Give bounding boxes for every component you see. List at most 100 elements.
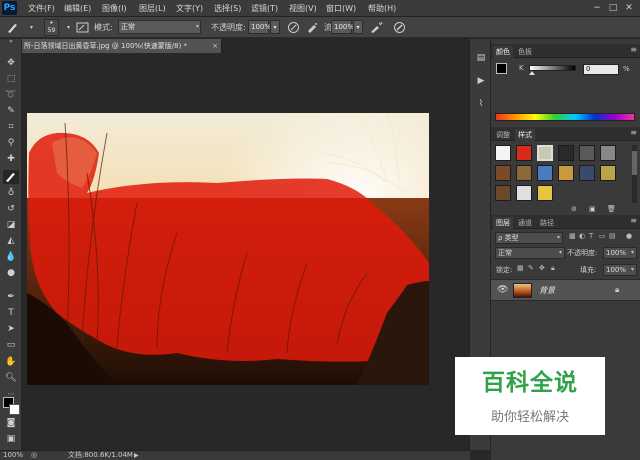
menu-type[interactable]: 文字(Y): [176, 3, 203, 14]
panel-menu-icon[interactable]: ≡: [630, 45, 637, 54]
screen-mode-icon[interactable]: ▣: [3, 433, 19, 445]
opacity-slider-toggle[interactable]: ▾: [270, 20, 280, 34]
menu-layer[interactable]: 图层(L): [139, 3, 166, 14]
style-swatch[interactable]: [579, 165, 595, 181]
filter-type-icon[interactable]: T: [589, 232, 593, 240]
style-swatch[interactable]: [558, 145, 574, 161]
tab-paths[interactable]: 路径: [537, 217, 557, 229]
collapse-toolbar-icon[interactable]: »: [3, 39, 19, 45]
delete-style-icon[interactable]: 🗑︎: [607, 205, 616, 213]
layer-fill-input[interactable]: 100% ▾: [603, 264, 637, 276]
style-swatch[interactable]: [495, 185, 511, 201]
paint-bucket-tool-icon[interactable]: ◭: [3, 234, 19, 248]
style-swatch[interactable]: [495, 165, 511, 181]
tab-styles[interactable]: 样式: [515, 129, 535, 141]
document-canvas-image[interactable]: [27, 113, 429, 385]
zoom-tool-icon[interactable]: 🔍︎: [3, 371, 19, 385]
filter-shape-icon[interactable]: ▭: [599, 232, 606, 240]
opacity-input[interactable]: 100%: [248, 20, 271, 34]
actions-panel-icon[interactable]: ▶: [474, 74, 488, 88]
flow-input[interactable]: 100%: [331, 20, 354, 34]
quick-mask-icon[interactable]: ◙: [3, 417, 19, 429]
style-swatch[interactable]: [600, 165, 616, 181]
style-swatch-selected[interactable]: [537, 145, 553, 161]
hand-tool-icon[interactable]: ✋: [3, 355, 19, 369]
pen-tool-icon[interactable]: ✒: [3, 290, 19, 304]
panel-menu-icon[interactable]: ≡: [630, 216, 637, 225]
menu-view[interactable]: 视图(V): [289, 3, 317, 14]
marquee-tool-icon[interactable]: ⬚: [3, 72, 19, 86]
history-panel-icon[interactable]: ▤: [474, 51, 488, 65]
healing-brush-tool-icon[interactable]: ✚: [3, 152, 19, 166]
style-swatch[interactable]: [600, 145, 616, 161]
status-info-icon[interactable]: ◎: [31, 451, 37, 460]
tab-layers[interactable]: 图层: [493, 217, 513, 229]
tab-color[interactable]: 颜色: [493, 46, 513, 58]
new-style-icon[interactable]: ▣: [589, 205, 596, 213]
scrollbar-thumb[interactable]: [632, 151, 637, 175]
k-value-input[interactable]: 0: [583, 64, 619, 75]
brush-panel-icon[interactable]: ⌇: [474, 97, 488, 111]
style-swatch[interactable]: [537, 185, 553, 201]
menu-filter[interactable]: 滤镜(T): [251, 3, 278, 14]
filter-adjustment-icon[interactable]: ◐: [579, 232, 585, 240]
close-window-button[interactable]: ✕: [623, 2, 635, 14]
panel-menu-icon[interactable]: ≡: [630, 128, 637, 137]
tab-channels[interactable]: 通道: [515, 217, 535, 229]
menu-window[interactable]: 窗口(W): [326, 3, 356, 14]
preset-dropdown-arrow-icon[interactable]: ▾: [25, 21, 38, 34]
lasso-tool-icon[interactable]: ➰: [3, 88, 19, 102]
dodge-tool-icon[interactable]: ●: [3, 266, 19, 280]
clone-stamp-tool-icon[interactable]: ♁: [3, 186, 19, 200]
filter-pixel-icon[interactable]: ▩: [569, 232, 576, 240]
lock-all-icon[interactable]: 🔒︎: [551, 264, 555, 273]
brush-size-picker[interactable]: • 59: [44, 19, 59, 36]
brush-tool-preset-icon[interactable]: [6, 21, 19, 34]
style-swatch[interactable]: [495, 145, 511, 161]
zoom-level[interactable]: 100%: [3, 451, 23, 460]
tab-swatches[interactable]: 色板: [515, 46, 535, 58]
lock-pixels-icon[interactable]: ✎: [528, 264, 534, 272]
eyedropper-tool-icon[interactable]: ⚲: [3, 136, 19, 150]
background-color-swatch[interactable]: [9, 404, 20, 415]
airbrush-icon[interactable]: [306, 21, 319, 34]
crop-tool-icon[interactable]: ⌗: [3, 120, 19, 134]
brush-picker-arrow-icon[interactable]: ▾: [62, 21, 75, 34]
minimize-button[interactable]: −: [591, 2, 603, 14]
style-swatch[interactable]: [516, 165, 532, 181]
flow-slider-toggle[interactable]: ▾: [353, 20, 363, 34]
menu-help[interactable]: 帮助(H): [368, 3, 396, 14]
pressure-size-icon[interactable]: [393, 21, 406, 34]
color-spectrum-ramp[interactable]: [495, 113, 635, 121]
brush-panel-toggle-icon[interactable]: [76, 21, 89, 34]
history-brush-tool-icon[interactable]: ↺: [3, 202, 19, 216]
brush-tool-icon[interactable]: [3, 170, 19, 184]
layer-opacity-input[interactable]: 100% ▾: [603, 247, 637, 259]
style-swatch[interactable]: [516, 145, 532, 161]
shape-tool-icon[interactable]: ▭: [3, 338, 19, 352]
color-foreground-swatch[interactable]: [496, 63, 507, 74]
menu-edit[interactable]: 编辑(E): [64, 3, 91, 14]
style-swatch[interactable]: [579, 145, 595, 161]
lock-position-icon[interactable]: ✥: [539, 264, 545, 272]
layer-name[interactable]: 背景: [539, 285, 555, 296]
filter-smart-object-icon[interactable]: ▤: [609, 232, 616, 240]
lock-transparent-icon[interactable]: ▦: [517, 264, 524, 272]
visibility-eye-icon[interactable]: 👁︎: [497, 285, 508, 295]
style-swatch[interactable]: [516, 185, 532, 201]
tab-adjustments[interactable]: 调整: [493, 129, 513, 141]
type-tool-icon[interactable]: T: [3, 306, 19, 320]
k-slider[interactable]: [529, 65, 576, 71]
clear-style-icon[interactable]: ⊘: [571, 205, 577, 213]
blur-tool-icon[interactable]: 💧: [3, 250, 19, 264]
filter-toggle-icon[interactable]: ●: [626, 232, 632, 240]
menu-image[interactable]: 图像(I): [102, 3, 127, 14]
pressure-opacity-icon[interactable]: [287, 21, 300, 34]
layer-row[interactable]: 👁︎ 背景 🔒︎: [491, 279, 640, 301]
menu-file[interactable]: 文件(F): [28, 3, 55, 14]
slider-handle-icon[interactable]: [529, 71, 535, 75]
blend-mode-select[interactable]: 正常 ▾: [495, 247, 565, 259]
close-icon[interactable]: ×: [212, 39, 218, 53]
maximize-button[interactable]: □: [607, 2, 619, 14]
menu-select[interactable]: 选择(S): [214, 3, 241, 14]
